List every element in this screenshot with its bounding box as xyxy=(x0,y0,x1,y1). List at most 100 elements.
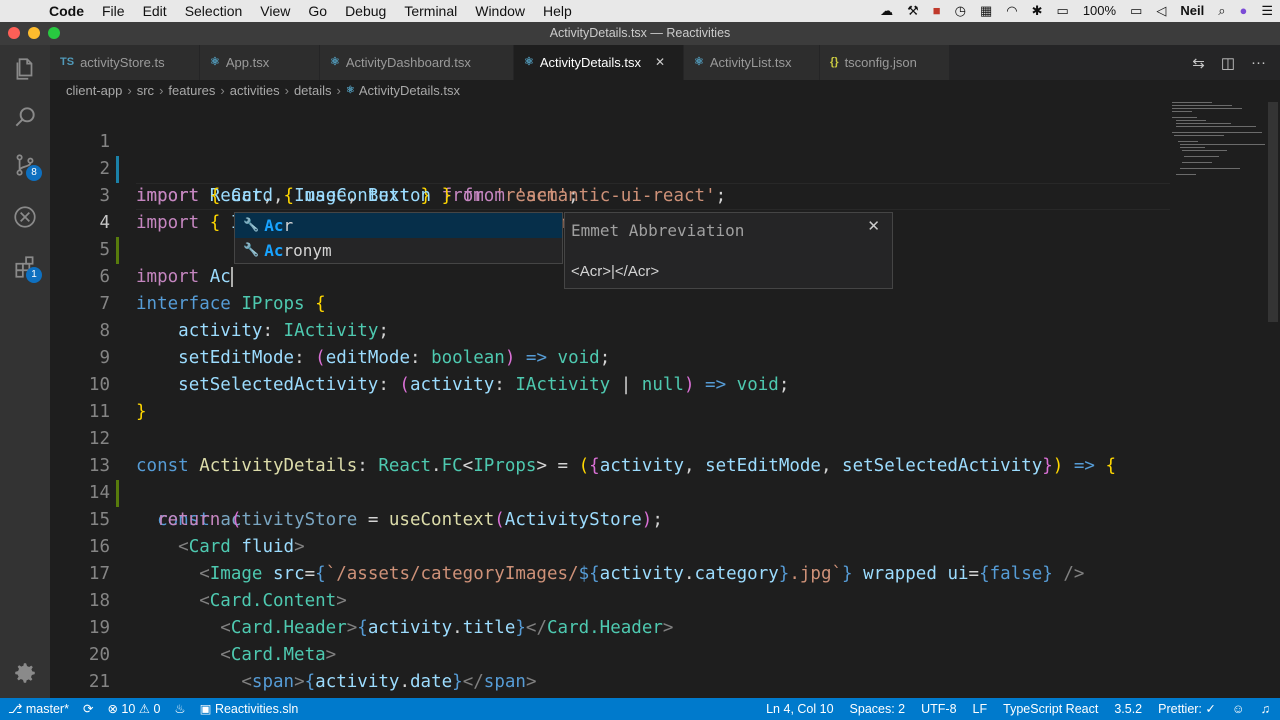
menu-window[interactable]: Window xyxy=(466,0,534,22)
bluetooth-icon[interactable]: ✱ xyxy=(1025,0,1050,22)
tab-activitylist[interactable]: ⚛ ActivityList.tsx xyxy=(684,45,820,80)
grid-icon[interactable]: ▦ xyxy=(973,0,999,22)
suggestion-widget: 🔧 Acr 🔧 Acronym xyxy=(234,212,563,264)
tab-app[interactable]: ⚛ App.tsx xyxy=(200,45,320,80)
tab-activitydashboard[interactable]: ⚛ ActivityDashboard.tsx xyxy=(320,45,514,80)
breadcrumb-item[interactable]: features xyxy=(168,80,215,102)
close-icon[interactable]: ✕ xyxy=(867,217,880,235)
record-icon[interactable]: ■ xyxy=(926,0,948,22)
minimize-window-button[interactable] xyxy=(28,27,40,39)
tab-label: ActivityDashboard.tsx xyxy=(345,55,471,70)
problems-indicator[interactable]: ⊗ 10 ⚠ 0 xyxy=(107,698,160,720)
explorer-icon[interactable] xyxy=(0,45,50,93)
code-line: 1 import React, { useContext } from 'rea… xyxy=(50,102,1280,206)
close-window-button[interactable] xyxy=(8,27,20,39)
typescript-version[interactable]: 3.5.2 xyxy=(1114,698,1142,720)
notification-center-icon[interactable]: ☰ xyxy=(1254,0,1280,22)
activity-bar: 8 1 xyxy=(0,45,50,698)
react-file-icon: ⚛ xyxy=(345,85,355,96)
end-of-line[interactable]: LF xyxy=(973,698,988,720)
menu-view[interactable]: View xyxy=(251,0,299,22)
menu-selection[interactable]: Selection xyxy=(176,0,252,22)
wifi-icon[interactable]: ◠ xyxy=(999,0,1024,22)
menu-debug[interactable]: Debug xyxy=(336,0,395,22)
breadcrumb: client-app › src › features › activities › d… xyxy=(50,80,1280,102)
tab-label: ActivityDetails.tsx xyxy=(539,55,642,70)
bell-icon[interactable]: ♫ xyxy=(1261,698,1270,720)
minimap[interactable] xyxy=(1170,102,1270,182)
battery-percent[interactable]: 100% xyxy=(1076,0,1123,22)
editor-scrollbar[interactable] xyxy=(1268,102,1278,322)
editor-actions: ⇆ ◫ ··· xyxy=(1192,45,1280,80)
wrench-icon: 🔧 xyxy=(243,243,260,258)
airplay-icon[interactable]: ▭ xyxy=(1050,0,1076,22)
breadcrumb-item[interactable]: details xyxy=(294,80,332,102)
volume-icon[interactable]: ◁ xyxy=(1149,0,1173,22)
user-name[interactable]: Neil xyxy=(1173,0,1211,22)
menu-go[interactable]: Go xyxy=(299,0,336,22)
menu-file[interactable]: File xyxy=(93,0,134,22)
chevron-right-icon: › xyxy=(127,83,132,98)
extensions-icon[interactable]: 1 xyxy=(0,243,50,291)
breadcrumb-item[interactable]: client-app xyxy=(66,80,122,102)
breadcrumb-item[interactable]: ActivityDetails.tsx xyxy=(359,80,460,102)
debug-icon[interactable] xyxy=(0,193,50,241)
feedback-icon[interactable]: ☺ xyxy=(1232,698,1245,720)
encoding[interactable]: UTF-8 xyxy=(921,698,956,720)
prettier-status[interactable]: Prettier: ✓ xyxy=(1158,698,1216,720)
flame-icon[interactable]: ♨ xyxy=(174,698,185,720)
hammer-icon[interactable]: ⚒ xyxy=(900,0,926,22)
close-icon[interactable]: ✕ xyxy=(655,45,665,80)
open-changes-icon[interactable]: ⇆ xyxy=(1192,54,1205,72)
menu-edit[interactable]: Edit xyxy=(134,0,176,22)
suggestion-item[interactable]: 🔧 Acronym xyxy=(235,238,562,263)
code-editor[interactable]: 1 import React, { useContext } from 'rea… xyxy=(50,102,1280,698)
window-title: ActivityDetails.tsx — Reactivities xyxy=(549,26,731,40)
error-count: 10 xyxy=(121,702,136,716)
siri-icon[interactable]: ● xyxy=(1232,0,1254,22)
indentation[interactable]: Spaces: 2 xyxy=(850,698,906,720)
chevron-right-icon: › xyxy=(336,83,341,98)
time-machine-icon[interactable]: ◷ xyxy=(948,0,973,22)
more-actions-icon[interactable]: ··· xyxy=(1251,54,1266,71)
tab-activitydetails[interactable]: ⚛ ActivityDetails.tsx ✕ xyxy=(514,45,684,80)
source-control-icon[interactable]: 8 xyxy=(0,141,50,189)
solution-indicator[interactable]: ▣ Reactivities.sln xyxy=(200,698,299,720)
split-editor-icon[interactable]: ◫ xyxy=(1221,54,1235,72)
code-line: 18 <Card.Header>{activity.title}</Card.H… xyxy=(50,561,1280,638)
branch-indicator[interactable]: ⎇ master* xyxy=(8,698,69,720)
search-sidebar-icon[interactable] xyxy=(0,93,50,141)
code-line: 10 } xyxy=(50,345,1280,422)
tab-tsconfig[interactable]: {} tsconfig.json xyxy=(820,45,950,80)
macos-menubar: Code File Edit Selection View Go Debug T… xyxy=(0,0,1280,22)
window-titlebar: ActivityDetails.tsx — Reactivities xyxy=(0,22,1280,45)
battery-icon[interactable]: ▭ xyxy=(1123,0,1149,22)
gear-icon[interactable] xyxy=(0,649,50,697)
cloud-icon[interactable]: ☁ xyxy=(873,0,900,22)
menu-help[interactable]: Help xyxy=(534,0,581,22)
breadcrumb-item[interactable]: src xyxy=(137,80,154,102)
code-line: 15 <Card fluid> xyxy=(50,480,1280,557)
details-body: <Acr>|</Acr> xyxy=(571,263,660,280)
chevron-right-icon: › xyxy=(220,83,225,98)
branch-name: master* xyxy=(25,702,69,716)
menu-app[interactable]: Code xyxy=(40,0,93,22)
suggestion-match: Ac xyxy=(264,216,284,235)
code-line: 9 setSelectedActivity: (activity: IActiv… xyxy=(50,318,1280,395)
code-line: 20 <span>{activity.date}</span> xyxy=(50,615,1280,692)
search-icon[interactable]: ⌕ xyxy=(1211,0,1232,22)
tab-label: ActivityList.tsx xyxy=(709,55,792,70)
language-mode[interactable]: TypeScript React xyxy=(1003,698,1098,720)
sync-icon[interactable]: ⟳ xyxy=(83,698,93,720)
zoom-window-button[interactable] xyxy=(48,27,60,39)
code-line: 13 const activityStore = useContext(Acti… xyxy=(50,426,1280,530)
tab-activitystore[interactable]: TS activityStore.ts xyxy=(50,45,200,80)
cursor-position[interactable]: Ln 4, Col 10 xyxy=(766,698,833,720)
suggestion-details: Emmet Abbreviation ✕ <Acr>|</Acr> xyxy=(564,212,893,289)
menu-terminal[interactable]: Terminal xyxy=(395,0,466,22)
suggestion-item[interactable]: 🔧 Acr xyxy=(235,213,562,238)
code-line: 17 <Card.Content> xyxy=(50,534,1280,611)
breadcrumb-item[interactable]: activities xyxy=(230,80,280,102)
react-file-icon: ⚛ xyxy=(694,56,704,68)
code-line: 11 xyxy=(50,372,1280,422)
